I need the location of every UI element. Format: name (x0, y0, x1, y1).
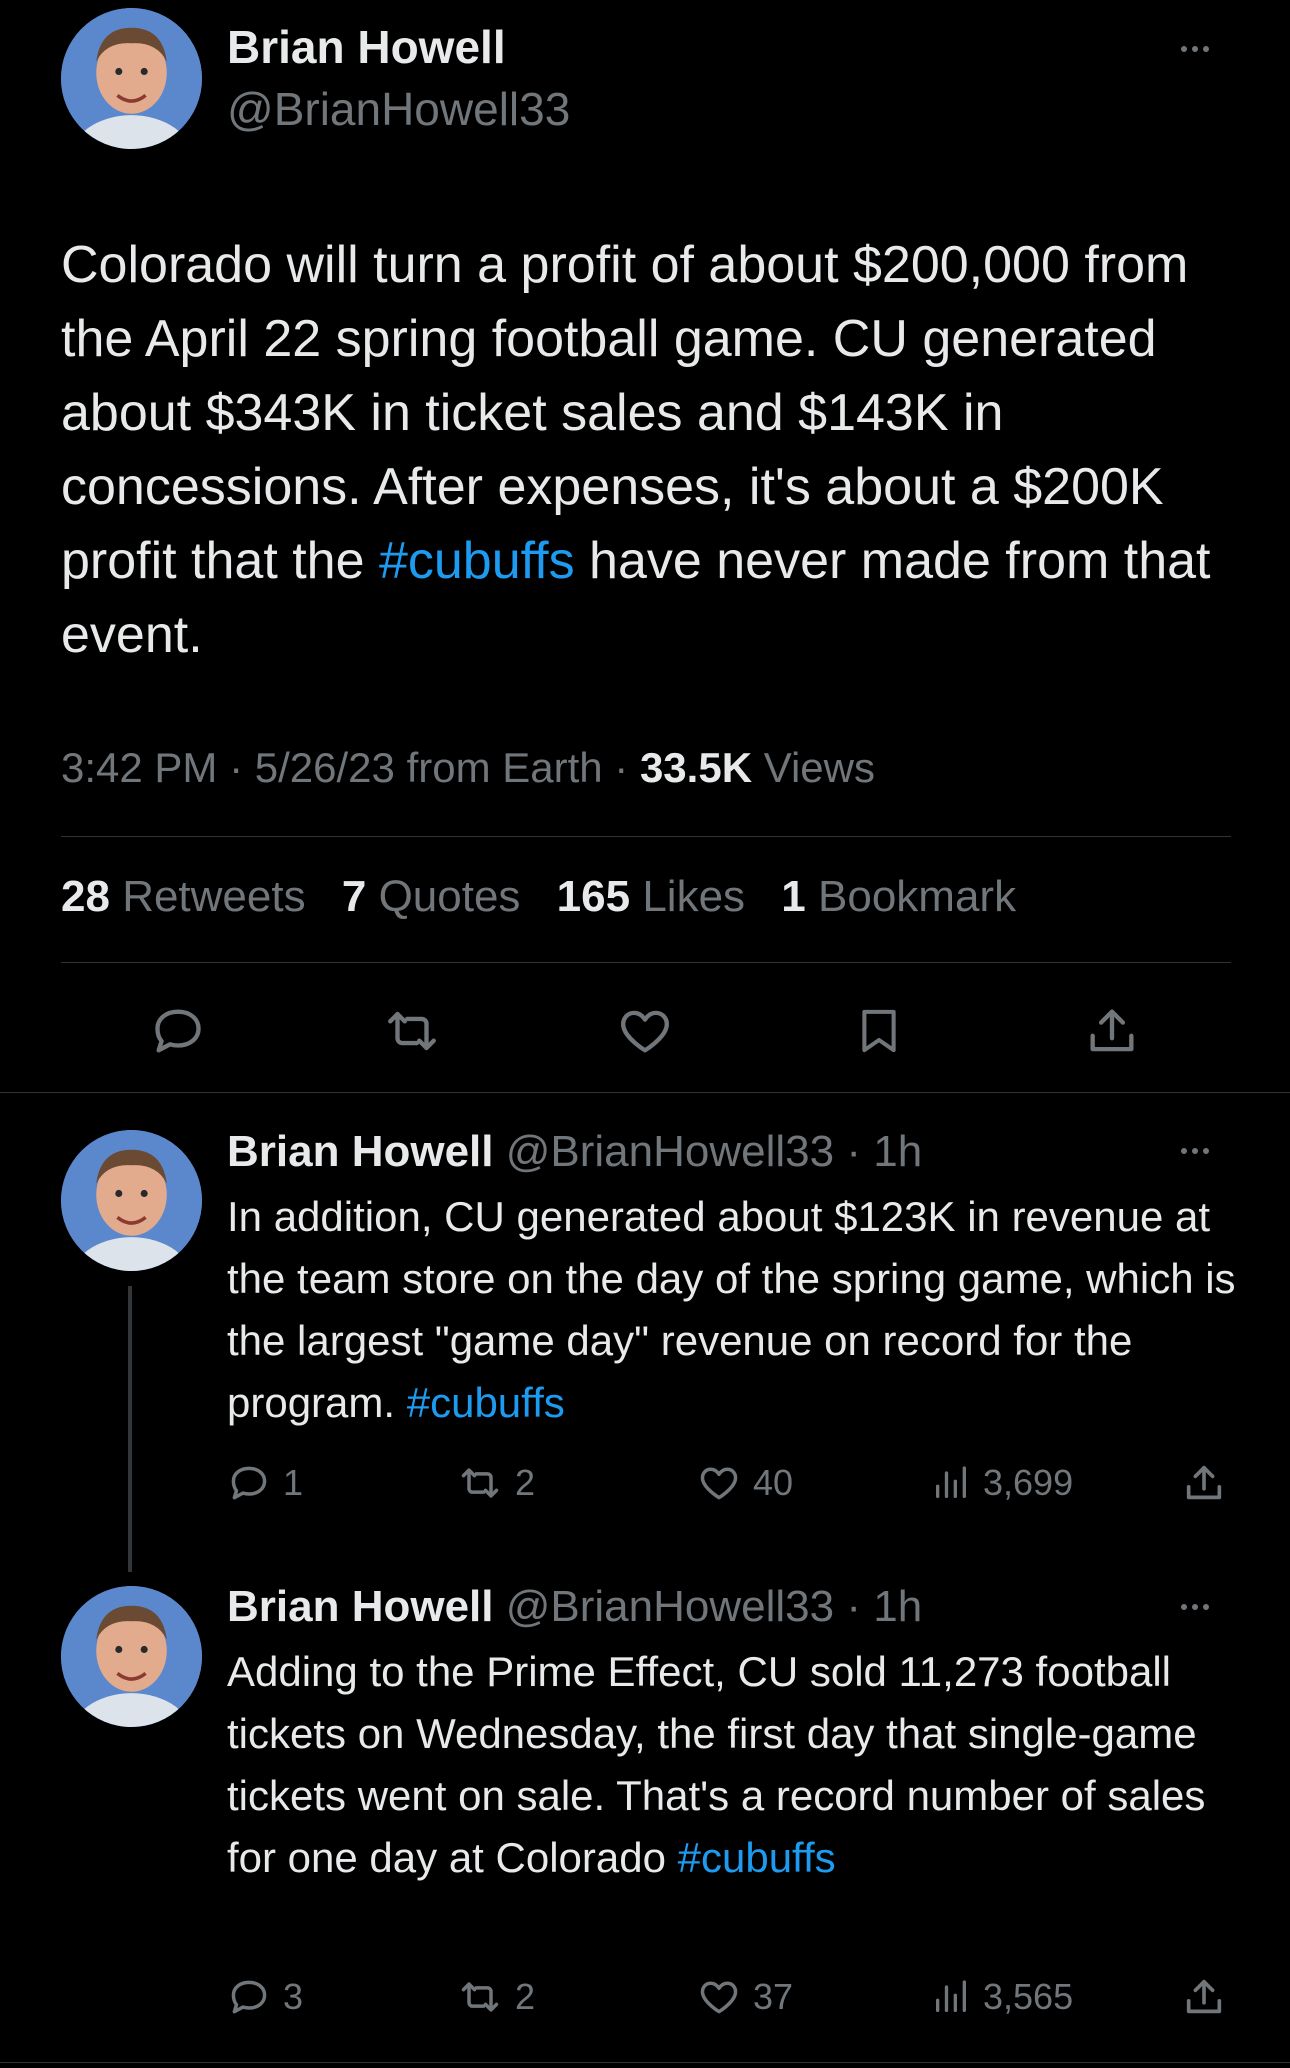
divider (61, 836, 1231, 837)
like-count: 40 (753, 1462, 794, 1503)
author-handle[interactable]: @BrianHowell33 (227, 82, 570, 136)
thread-connector (128, 1286, 132, 1572)
likes-stat[interactable]: 165 Likes (557, 872, 745, 922)
tweet-meta: 3:42 PM · 5/26/23 from Earth · 33.5K Vie… (61, 744, 875, 791)
avatar-image (61, 8, 202, 149)
views-icon (936, 1980, 966, 2012)
views-count: 3,565 (983, 1976, 1074, 2017)
avatar-image (61, 1586, 202, 1727)
reply-avatar[interactable] (61, 1586, 202, 1727)
share-button[interactable] (1074, 998, 1150, 1064)
hashtag-link[interactable]: #cubuffs (678, 1834, 836, 1881)
like-button[interactable]: 37 (697, 1972, 793, 2022)
views-button[interactable]: 3,565 (931, 1972, 1073, 2022)
like-button[interactable]: 40 (697, 1458, 793, 1508)
reply-icon (231, 1980, 267, 2014)
heart-icon (621, 1010, 669, 1053)
quotes-stat[interactable]: 7 Quotes (342, 872, 521, 922)
bookmarks-stat[interactable]: 1 Bookmark (781, 872, 1016, 922)
reply-button[interactable]: 1 (227, 1458, 303, 1508)
reply-count: 1 (283, 1462, 304, 1503)
avatar-image (61, 1130, 202, 1271)
retweets-stat[interactable]: 28 Retweets (61, 872, 306, 922)
tweet-time[interactable]: 3:42 PM (61, 744, 217, 791)
like-button[interactable] (607, 998, 683, 1064)
reply-count: 3 (283, 1976, 304, 2017)
like-count: 37 (753, 1976, 794, 2017)
author-avatar[interactable] (61, 8, 202, 149)
divider (0, 2062, 1290, 2063)
reply-author-handle[interactable]: @BrianHowell33 (506, 1582, 834, 1631)
reply-author-name[interactable]: Brian Howell (227, 1127, 494, 1176)
share-icon (1186, 1979, 1222, 2014)
more-icon[interactable] (1181, 1604, 1209, 1610)
hashtag-link[interactable]: #cubuffs (379, 532, 575, 590)
views-icon (936, 1466, 966, 1498)
views-label: Views (763, 744, 875, 791)
retweet-count: 2 (515, 1976, 536, 2017)
bookmark-icon (862, 1009, 896, 1053)
reply-author-name[interactable]: Brian Howell (227, 1582, 494, 1631)
reply-text: Adding to the Prime Effect, CU sold 11,2… (227, 1648, 1206, 1881)
reply-icon (231, 1466, 267, 1500)
tweet-date[interactable]: 5/26/23 (255, 744, 395, 791)
heart-icon (700, 1467, 738, 1500)
reply-text: In addition, CU generated about $123K in… (227, 1193, 1236, 1426)
reply-button[interactable] (140, 998, 216, 1064)
reply-icon (155, 1009, 201, 1053)
retweet-button[interactable]: 2 (457, 1458, 535, 1508)
more-icon[interactable] (1181, 46, 1209, 52)
retweet-button[interactable]: 2 (457, 1972, 535, 2022)
author-name[interactable]: Brian Howell (227, 20, 506, 74)
reply-author-handle[interactable]: @BrianHowell33 (506, 1127, 834, 1176)
share-icon (1186, 1465, 1222, 1500)
reply-actions: 3 2 37 3,565 (227, 1972, 1237, 2022)
share-icon (1090, 1009, 1134, 1052)
share-button[interactable] (1181, 1458, 1227, 1508)
reply-header: Brian Howell @BrianHowell33 · 1h (227, 1127, 923, 1176)
reply-time[interactable]: 1h (873, 1582, 922, 1631)
heart-icon (700, 1981, 738, 2014)
reply-avatar[interactable] (61, 1130, 202, 1271)
retweet-icon (388, 1011, 436, 1051)
engagement-stats: 28 Retweets 7 Quotes 165 Likes 1 Bookmar… (61, 872, 1040, 922)
tweet-text: Colorado will turn a profit of about $20… (61, 236, 1211, 664)
reply-header: Brian Howell @BrianHowell33 · 1h (227, 1582, 923, 1631)
views-button[interactable]: 3,699 (931, 1458, 1073, 1508)
views-count: 33.5K (639, 744, 753, 791)
retweet-icon (461, 1982, 499, 2012)
views-count: 3,699 (983, 1462, 1074, 1503)
more-icon[interactable] (1181, 1148, 1209, 1154)
divider (61, 962, 1231, 963)
reply-actions: 1 2 40 3,699 (227, 1458, 1237, 1508)
bookmark-button[interactable] (841, 998, 917, 1064)
reply-time[interactable]: 1h (873, 1127, 922, 1176)
retweet-icon (461, 1468, 499, 1498)
hashtag-link[interactable]: #cubuffs (407, 1379, 565, 1426)
tweet-source: from Earth (406, 744, 603, 791)
divider (0, 1092, 1290, 1093)
retweet-button[interactable] (374, 998, 450, 1064)
share-button[interactable] (1181, 1972, 1227, 2022)
retweet-count: 2 (515, 1462, 536, 1503)
reply-button[interactable]: 3 (227, 1972, 303, 2022)
